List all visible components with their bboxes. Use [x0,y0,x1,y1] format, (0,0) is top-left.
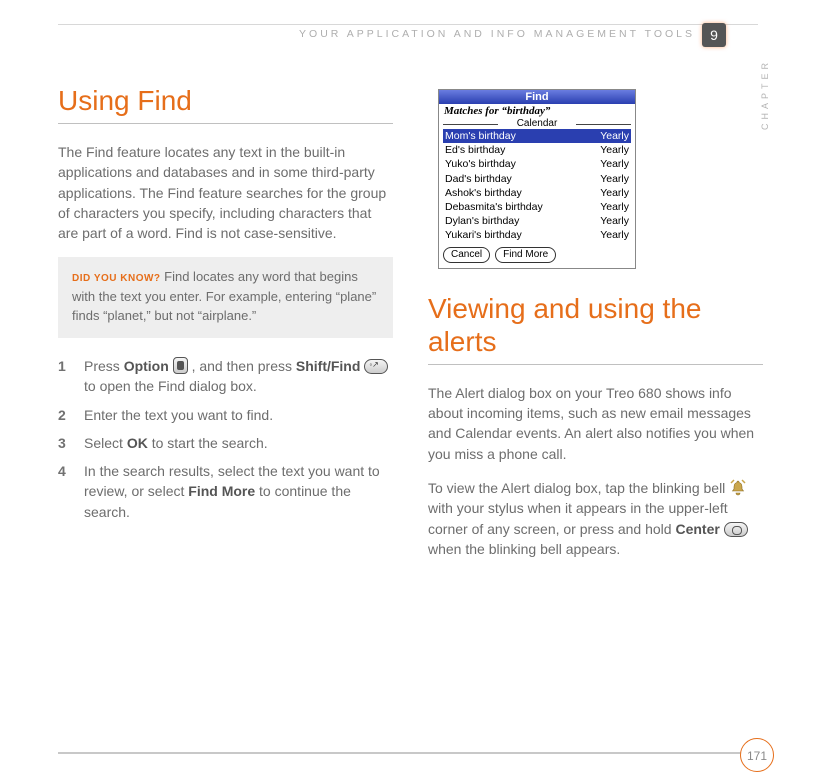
content-area: Using Find The Find feature locates any … [58,85,766,573]
option-key-icon [173,357,188,374]
heading-rule [58,123,393,124]
left-column: Using Find The Find feature locates any … [58,85,393,573]
step-1: Press Option , and then press Shift/Find… [58,356,393,397]
tip-label: DID YOU KNOW? [72,273,161,284]
find-result-row[interactable]: Dylan's birthdayYearly [443,214,631,228]
shift-find-key-label: Shift/Find [296,358,361,374]
heading-using-find: Using Find [58,85,393,117]
find-dialog-screenshot: Find Matches for “birthday” Calendar Mom… [438,89,636,269]
shift-find-key-icon [364,359,388,374]
find-result-row[interactable]: Yuko's birthdayYearly [443,157,631,171]
find-more-label: Find More [188,483,255,499]
find-result-row[interactable]: Mom's birthdayYearly [443,129,631,143]
did-you-know-box: DID YOU KNOW? Find locates any word that… [58,257,393,338]
find-dialog-title: Find [439,90,635,104]
heading-rule-2 [428,364,763,365]
find-matches-label: Matches for “birthday” [439,104,635,118]
running-head: YOUR APPLICATION AND INFO MANAGEMENT TOO… [0,28,695,40]
find-results-list: Mom's birthdayYearlyEd's birthdayYearlyY… [439,129,635,244]
cancel-button[interactable]: Cancel [443,247,490,263]
find-result-row[interactable]: Ashok's birthdayYearly [443,186,631,200]
find-result-row[interactable]: Debasmita's birthdayYearly [443,200,631,214]
alerts-paragraph-2: To view the Alert dialog box, tap the bl… [428,478,763,559]
step-2: Enter the text you want to find. [58,405,393,425]
find-dialog-buttons: Cancel Find More [439,244,635,268]
bell-icon [729,479,747,497]
right-column: Find Matches for “birthday” Calendar Mom… [428,85,763,573]
center-key-icon [724,522,748,537]
alerts-paragraph-1: The Alert dialog box on your Treo 680 sh… [428,383,763,464]
steps-list: Press Option , and then press Shift/Find… [58,356,393,522]
header-rule [58,24,758,25]
step-3: Select OK to start the search. [58,433,393,453]
find-result-row[interactable]: Ed's birthdayYearly [443,143,631,157]
center-key-label: Center [675,521,719,537]
option-key-label: Option [124,358,169,374]
find-result-row[interactable]: Yukari's birthdayYearly [443,228,631,242]
intro-paragraph: The Find feature locates any text in the… [58,142,393,243]
heading-viewing-alerts: Viewing and using the alerts [428,293,763,357]
find-more-button[interactable]: Find More [495,247,556,263]
step-4: In the search results, select the text y… [58,461,393,522]
find-category-label: Calendar [443,118,631,129]
chapter-number-badge: 9 [702,23,726,47]
page-number: 171 [740,738,774,772]
footer-rule [58,752,766,754]
find-result-row[interactable]: Dad's birthdayYearly [443,172,631,186]
ok-label: OK [127,435,148,451]
